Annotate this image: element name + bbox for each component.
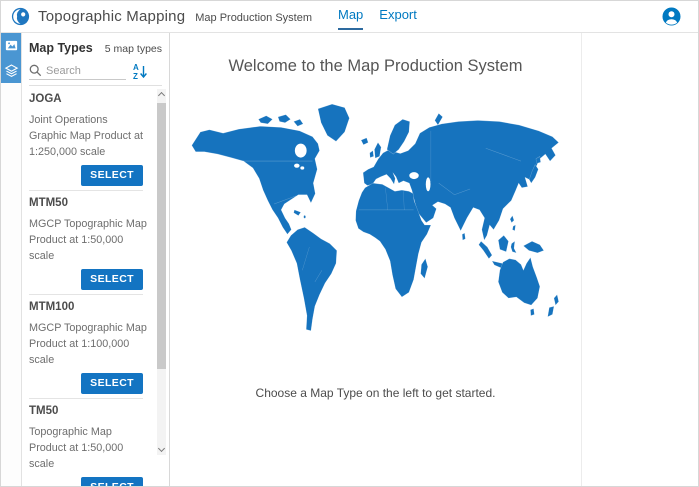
app-subtitle: Map Production System: [195, 10, 312, 24]
layers-icon: [4, 63, 19, 78]
map-type-description: Joint Operations Graphic Map Product at …: [29, 112, 147, 160]
sidebar-divider: [29, 85, 162, 86]
search-icon: [29, 64, 42, 77]
tab-map[interactable]: Map: [338, 1, 363, 30]
map-panel-icon: [4, 38, 19, 53]
tool-strip: [1, 33, 22, 487]
app-header: Topographic Mapping Map Production Syste…: [1, 1, 698, 33]
instruction-text: Choose a Map Type on the left to get sta…: [256, 386, 496, 400]
map-types-sidebar: Map Types 5 map types A Z: [22, 33, 170, 487]
map-type-list-item: MTM50 MGCP Topographic Map Product at 1:…: [29, 191, 143, 295]
select-button[interactable]: SELECT: [81, 477, 143, 487]
map-types-list: JOGA Joint Operations Graphic Map Produc…: [22, 87, 169, 487]
map-types-count: 5 map types: [105, 43, 162, 55]
sidebar-title: Map Types: [29, 41, 93, 55]
sort-a-z-icon[interactable]: A Z: [132, 63, 148, 80]
map-type-name: MTM100: [29, 301, 143, 313]
sidebar-scrollbar[interactable]: [157, 89, 166, 455]
map-type-description: Topographic Map Product at 1:50,000 scal…: [29, 424, 147, 472]
tab-export[interactable]: Export: [379, 1, 417, 30]
search-input[interactable]: [46, 65, 120, 77]
globe-logo-icon: [11, 7, 30, 26]
map-type-list-item: MTM100 MGCP Topographic Map Product at 1…: [29, 295, 143, 399]
select-button[interactable]: SELECT: [81, 269, 143, 290]
map-panel-tool-button[interactable]: [1, 33, 21, 58]
app-window: Topographic Mapping Map Production Syste…: [0, 0, 699, 487]
user-avatar-icon[interactable]: [662, 7, 681, 26]
svg-text:Z: Z: [133, 72, 138, 80]
map-type-list-item: TM50 Topographic Map Product at 1:50,000…: [29, 399, 143, 487]
world-map-image: [180, 96, 572, 340]
select-button[interactable]: SELECT: [81, 373, 143, 394]
select-button[interactable]: SELECT: [81, 165, 143, 186]
map-type-description: MGCP Topographic Map Product at 1:100,00…: [29, 320, 147, 368]
map-type-list-item: JOGA Joint Operations Graphic Map Produc…: [29, 87, 143, 191]
scrollbar-thumb[interactable]: [157, 103, 166, 369]
welcome-panel: Welcome to the Map Production System: [170, 33, 582, 487]
app-body: Map Types 5 map types A Z: [1, 33, 698, 487]
header-tabs: Map Export: [338, 1, 417, 33]
svg-text:A: A: [133, 63, 139, 72]
layers-tool-button[interactable]: [1, 58, 21, 83]
scroll-up-icon[interactable]: [158, 92, 165, 99]
main-area: Welcome to the Map Production System: [170, 33, 698, 487]
map-type-description: MGCP Topographic Map Product at 1:50,000…: [29, 216, 147, 264]
map-type-name: MTM50: [29, 197, 143, 209]
app-title: Topographic Mapping: [38, 8, 185, 25]
sidebar-header: Map Types 5 map types A Z: [22, 33, 169, 86]
map-type-name: TM50: [29, 405, 143, 417]
tool-group: [1, 33, 21, 83]
map-type-name: JOGA: [29, 93, 143, 105]
welcome-title: Welcome to the Map Production System: [228, 57, 522, 76]
scroll-down-icon[interactable]: [158, 445, 165, 452]
